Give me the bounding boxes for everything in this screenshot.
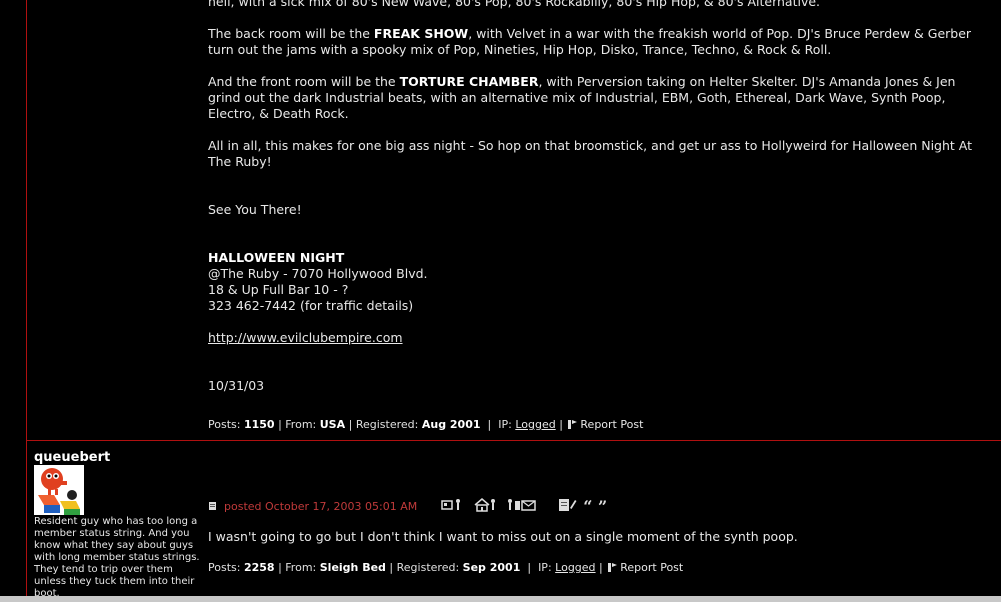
event-phone: 323 462-7442 (for traffic details) bbox=[208, 298, 414, 313]
post-separator bbox=[26, 440, 1001, 441]
posted-date: posted October 17, 2003 05:01 AM bbox=[224, 499, 418, 513]
event-age-bar: 18 & Up Full Bar 10 - ? bbox=[208, 282, 349, 297]
post-1-body: hell, with a sick mix of 80's New Wave, … bbox=[208, 0, 988, 394]
event-title: HALLOWEEN NIGHT bbox=[208, 250, 345, 265]
post-1-footer: Posts: 1150 | From: USA | Registered: Au… bbox=[208, 418, 644, 431]
report-post-icon bbox=[568, 420, 578, 429]
post-1-date: 10/31/03 bbox=[208, 378, 265, 393]
post-2-ip-logged-link[interactable]: Logged bbox=[555, 561, 595, 574]
post-2-from: Sleigh Bed bbox=[319, 561, 386, 574]
post-2-report-post-link[interactable]: Report Post bbox=[606, 561, 683, 574]
post-1-registered: Aug 2001 bbox=[421, 418, 481, 431]
event-venue: @The Ruby - 7070 Hollywood Blvd. bbox=[208, 266, 428, 281]
post-2-message: I wasn't going to go but I don't think I… bbox=[208, 529, 798, 544]
left-divider bbox=[26, 0, 27, 602]
post-2-meta: posted October 17, 2003 05:01 AM “ ” bbox=[208, 496, 607, 516]
post-1-from: USA bbox=[319, 418, 346, 431]
edit-icon[interactable] bbox=[557, 498, 577, 515]
post-2-footer: Posts: 2258 | From: Sleigh Bed | Registe… bbox=[208, 561, 684, 574]
member-status: Resident guy who has too long a member s… bbox=[34, 516, 200, 599]
homepage-icon[interactable] bbox=[473, 497, 497, 515]
profile-icon[interactable] bbox=[441, 498, 463, 515]
report-post-icon bbox=[608, 563, 618, 572]
post-icon bbox=[209, 502, 216, 510]
window-bottom-edge bbox=[0, 596, 1001, 602]
post-1-ip-logged-link[interactable]: Logged bbox=[515, 418, 555, 431]
quote-icon[interactable]: “ ” bbox=[583, 497, 607, 516]
post-1-all-in-all: All in all, this makes for one big ass n… bbox=[208, 138, 973, 169]
post-2-posts-count: 2258 bbox=[243, 561, 275, 574]
post-2-registered: Sep 2001 bbox=[462, 561, 521, 574]
post-1-report-post-link[interactable]: Report Post bbox=[566, 418, 643, 431]
post-1-line-top: hell, with a sick mix of 80's New Wave, … bbox=[208, 0, 820, 9]
email-icon[interactable] bbox=[507, 498, 537, 515]
avatar bbox=[34, 465, 84, 515]
event-link[interactable]: http://www.evilclubempire.com bbox=[208, 330, 403, 345]
username[interactable]: queuebert bbox=[34, 450, 110, 465]
post-1-see-you: See You There! bbox=[208, 202, 302, 217]
post-1-back-room: The back room will be the FREAK SHOW, wi… bbox=[208, 26, 972, 57]
avatar-qbert-image bbox=[34, 465, 84, 515]
post-1-front-room: And the front room will be the TORTURE C… bbox=[208, 74, 956, 121]
post-1-posts-count: 1150 bbox=[243, 418, 275, 431]
